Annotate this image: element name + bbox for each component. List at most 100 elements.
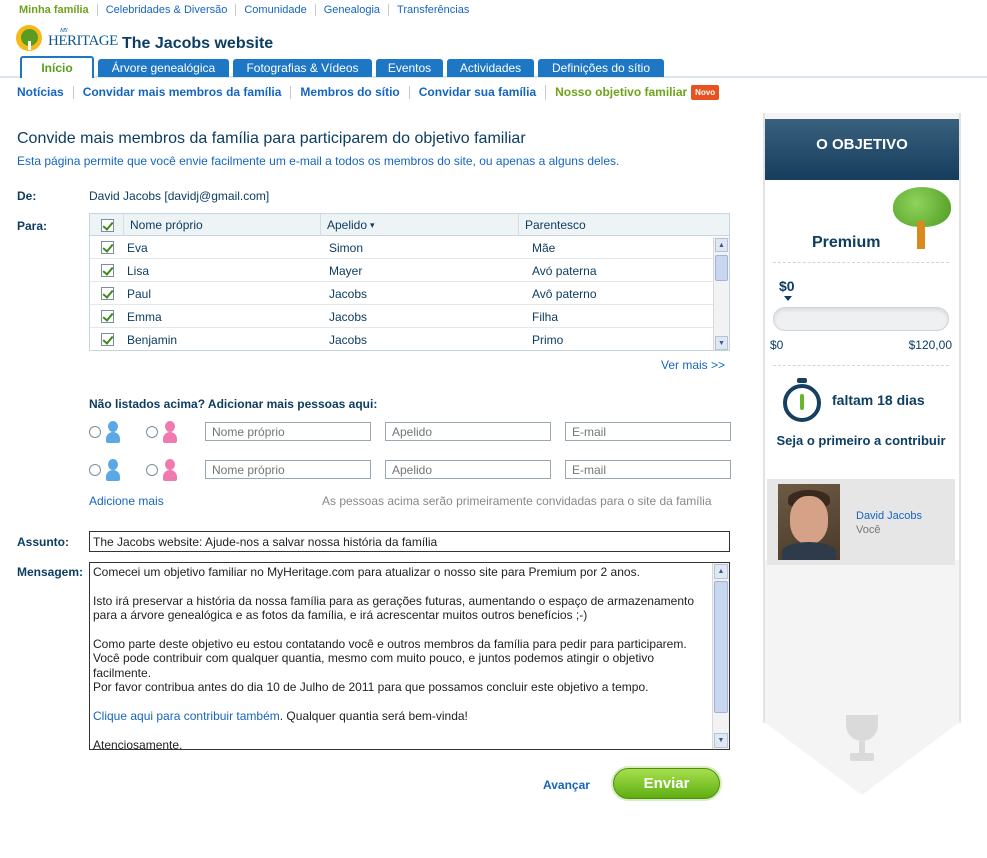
message-paragraph-line: Por favor contribua antes do dia 10 de J… <box>93 680 649 695</box>
subject-label: Assunto: <box>17 535 69 549</box>
topnav-celebridades[interactable]: Celebridades & Diversão <box>96 4 236 16</box>
first-name-input-1[interactable] <box>205 422 371 441</box>
row-checkbox-cell <box>101 259 114 282</box>
contribute-link[interactable]: Clique aqui para contribuir também <box>93 709 280 723</box>
tab-actividades[interactable]: Actividades <box>447 59 534 77</box>
row-checkbox[interactable] <box>101 310 114 323</box>
select-all-cell <box>90 214 123 236</box>
subnav-convidar-familia[interactable]: Convidar sua família <box>408 86 545 99</box>
message-paragraph: Isto irá preservar a história da nossa f… <box>93 593 695 623</box>
cell-relationship: Avô paterno <box>532 286 597 301</box>
row-checkbox-cell <box>101 305 114 328</box>
header-relationship[interactable]: Parentesco <box>518 214 729 236</box>
from-value: David Jacobs [davidj@gmail.com] <box>89 189 270 203</box>
add-more-link[interactable]: Adicione mais <box>89 494 164 508</box>
row-checkbox[interactable] <box>101 241 114 254</box>
goal-amount: $0 <box>779 278 795 294</box>
days-left: faltam 18 dias <box>832 392 925 408</box>
table-row[interactable]: Paul Jacobs Avô paterno <box>90 282 729 305</box>
tab-eventos[interactable]: Eventos <box>376 59 443 77</box>
from-label: De: <box>17 189 37 203</box>
email-input-1[interactable] <box>565 422 731 441</box>
row-checkbox-cell <box>101 328 114 350</box>
cell-relationship: Avó paterna <box>532 263 597 278</box>
tab-inicio[interactable]: Início <box>20 56 94 78</box>
male-person-icon <box>106 421 120 443</box>
contributor-card: David Jacobs Você <box>767 479 955 565</box>
tab-arvore[interactable]: Árvore genealógica <box>98 59 229 77</box>
goal-sidebar: O OBJETIVO Premium $0 $0 $120,00 faltam … <box>763 113 961 798</box>
cell-first-name: Paul <box>127 286 152 301</box>
subnav-convidar-membros[interactable]: Convidar mais membros da família <box>72 86 291 99</box>
topnav-comunidade[interactable]: Comunidade <box>235 4 314 16</box>
goal-progress-bar <box>773 307 949 331</box>
last-name-input-2[interactable] <box>385 460 551 479</box>
male-radio-1[interactable] <box>89 426 101 438</box>
stopwatch-icon <box>783 378 823 424</box>
select-all-checkbox[interactable] <box>101 218 114 232</box>
contributor-name[interactable]: David Jacobs <box>856 510 922 522</box>
header-first-name[interactable]: Nome próprio <box>123 214 320 236</box>
table-scrollbar[interactable]: ▲ ▼ <box>713 237 729 350</box>
tree-logo-icon <box>16 25 46 51</box>
progress-max: $120,00 <box>908 338 952 352</box>
divider <box>773 365 949 366</box>
table-row[interactable]: Eva Simon Mãe <box>90 236 729 259</box>
first-name-input-2[interactable] <box>205 460 371 479</box>
scroll-down-icon[interactable]: ▼ <box>715 336 728 350</box>
contributor-you: Você <box>856 524 881 536</box>
scroll-thumb[interactable] <box>715 255 728 281</box>
first-contributor-prompt: Seja o primeiro a contribuir <box>776 433 946 448</box>
send-button[interactable]: Enviar <box>613 768 720 799</box>
advance-link[interactable]: Avançar <box>543 778 590 792</box>
tab-fotografias[interactable]: Fotografias & Vídeos <box>233 59 372 77</box>
cell-relationship: Mãe <box>532 240 556 255</box>
progress-min: $0 <box>770 338 784 352</box>
table-row[interactable]: Emma Jacobs Filha <box>90 305 729 328</box>
message-label: Mensagem: <box>17 565 84 579</box>
table-row[interactable]: Benjamin Jacobs Primo <box>90 328 729 350</box>
female-person-icon <box>163 421 177 443</box>
email-input-2[interactable] <box>565 460 731 479</box>
page-title: Convide mais membros da família para par… <box>17 130 526 147</box>
cell-last-name: Mayer <box>329 263 363 278</box>
scroll-thumb[interactable] <box>714 581 728 713</box>
scroll-up-icon[interactable]: ▲ <box>715 238 728 252</box>
cell-last-name: Simon <box>329 240 364 255</box>
message-scrollbar[interactable]: ▲ ▼ <box>712 563 729 749</box>
topnav-minha-familia[interactable]: Minha família <box>19 4 97 16</box>
scroll-down-icon[interactable]: ▼ <box>714 733 728 748</box>
message-textarea[interactable]: Comecei um objetivo familiar no MyHerita… <box>89 562 730 750</box>
tab-definicoes[interactable]: Definições do sítio <box>538 59 664 77</box>
female-radio-2[interactable] <box>146 464 158 476</box>
subnav-membros-sitio[interactable]: Membros do sítio <box>290 86 408 99</box>
subject-input[interactable]: The Jacobs website: Ajude-nos a salvar n… <box>89 531 730 552</box>
goal-plan: Premium <box>812 234 881 251</box>
subnav-noticias[interactable]: Notícias <box>17 86 73 99</box>
row-checkbox[interactable] <box>101 333 114 346</box>
table-row[interactable]: Lisa Mayer Avó paterna <box>90 259 729 282</box>
last-name-input-1[interactable] <box>385 422 551 441</box>
row-checkbox-cell <box>101 282 114 305</box>
see-more-link[interactable]: Ver mais >> <box>661 358 725 372</box>
subnav-objetivo-familiar[interactable]: Nosso objetivo familiar Novo <box>545 85 728 100</box>
row-checkbox[interactable] <box>101 287 114 300</box>
tree-icon <box>893 187 951 251</box>
topnav-transferencias[interactable]: Transferências <box>388 4 477 16</box>
add-note: As pessoas acima serão primeiramente con… <box>322 494 712 508</box>
cell-last-name: Jacobs <box>329 309 368 324</box>
top-nav: Minha família Celebridades & Diversão Co… <box>19 4 477 16</box>
scroll-up-icon[interactable]: ▲ <box>714 564 728 579</box>
site-title: The Jacobs website <box>122 35 274 52</box>
topnav-genealogia[interactable]: Genealogia <box>314 4 388 16</box>
message-paragraph-line: Como parte deste objetivo eu estou conta… <box>93 637 687 680</box>
trophy-icon <box>840 715 884 767</box>
female-radio-1[interactable] <box>146 426 158 438</box>
male-radio-2[interactable] <box>89 464 101 476</box>
row-checkbox[interactable] <box>101 264 114 277</box>
avatar[interactable] <box>778 484 840 560</box>
header-last-name[interactable]: Apelido ▾ <box>320 214 518 236</box>
table-header: Nome próprio Apelido ▾ Parentesco <box>90 214 729 236</box>
myheritage-logo[interactable]: MY HERITAGE <box>16 25 118 51</box>
message-paragraph: Clique aqui para contribuir também. Qual… <box>93 709 711 723</box>
